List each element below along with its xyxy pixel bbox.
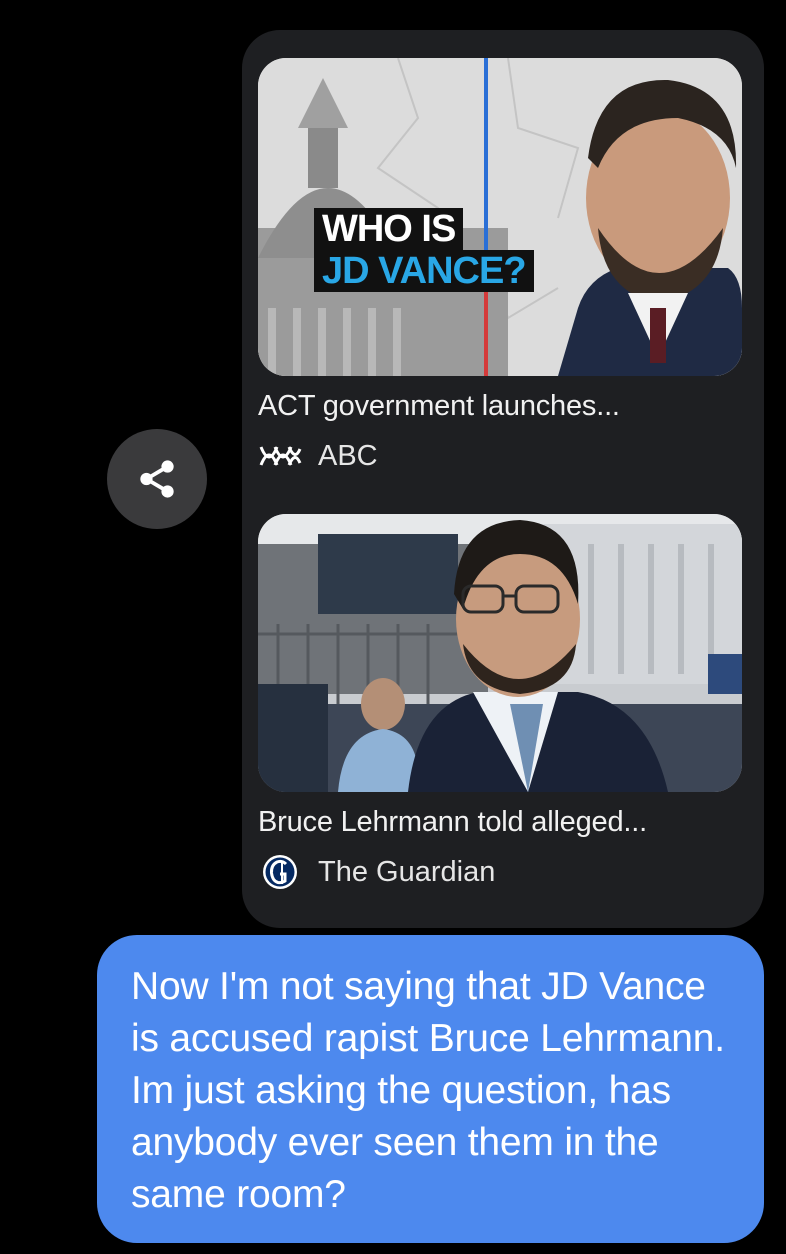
- message-text: Now I'm not saying that JD Vance is accu…: [131, 965, 725, 1216]
- thumbnail-caption-line-1: WHO IS: [314, 208, 464, 250]
- link-preview-thumbnail[interactable]: WHO IS JD VANCE?: [258, 58, 742, 376]
- link-preview-source: ABC: [258, 438, 378, 474]
- conversation-view: WHO IS JD VANCE? ACT government launches…: [0, 0, 786, 1254]
- share-icon: [140, 460, 174, 498]
- thumbnail-image-bruce-lehrmann: [258, 514, 742, 792]
- link-preview-thumbnail[interactable]: [258, 514, 742, 792]
- link-preview-title[interactable]: ACT government launches...: [258, 390, 748, 423]
- link-preview-source: The Guardian: [258, 854, 495, 890]
- guardian-logo-icon: [258, 855, 302, 889]
- link-preview-title[interactable]: Bruce Lehrmann told alleged...: [258, 806, 748, 839]
- message-bubble[interactable]: Now I'm not saying that JD Vance is accu…: [97, 935, 764, 1243]
- source-name: ABC: [318, 439, 378, 472]
- thumbnail-caption: WHO IS JD VANCE?: [314, 208, 534, 292]
- share-button[interactable]: [107, 429, 207, 529]
- source-name: The Guardian: [318, 855, 496, 888]
- abc-logo-icon: [258, 439, 302, 473]
- thumbnail-caption-line-2: JD VANCE?: [314, 250, 534, 292]
- link-preview-group: WHO IS JD VANCE? ACT government launches…: [242, 30, 764, 928]
